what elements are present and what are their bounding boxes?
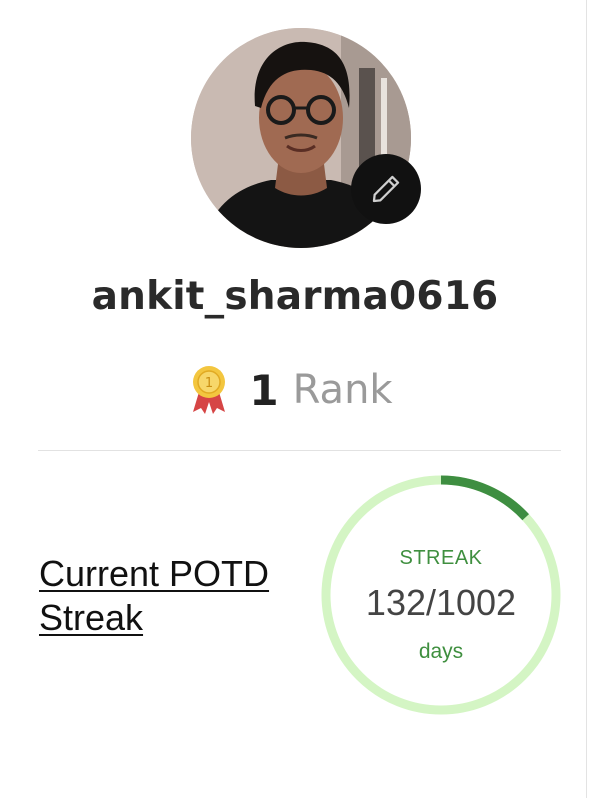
svg-text:1: 1 (205, 376, 213, 391)
pencil-icon (372, 175, 400, 203)
rank-row: 1 1 Rank (0, 360, 596, 420)
streak-unit: days (418, 640, 464, 663)
streak-label: STREAK (399, 547, 483, 569)
streak-ring-text: STREAK 132/1002 days (318, 472, 564, 718)
divider (38, 450, 561, 451)
username: ankit_sharma0616 (91, 274, 499, 319)
streak-value: 132/1002 (365, 582, 517, 623)
potd-streak-link[interactable]: Current POTD Streak (39, 552, 289, 640)
avatar-container (191, 28, 421, 248)
rank-label: Rank (292, 367, 393, 413)
rank-value: 1 (249, 365, 279, 415)
profile-card: ankit_sharma0616 1 1 Rank Current POTD S… (0, 0, 587, 798)
medal-icon: 1 (193, 366, 226, 414)
edit-avatar-button[interactable] (351, 154, 421, 224)
